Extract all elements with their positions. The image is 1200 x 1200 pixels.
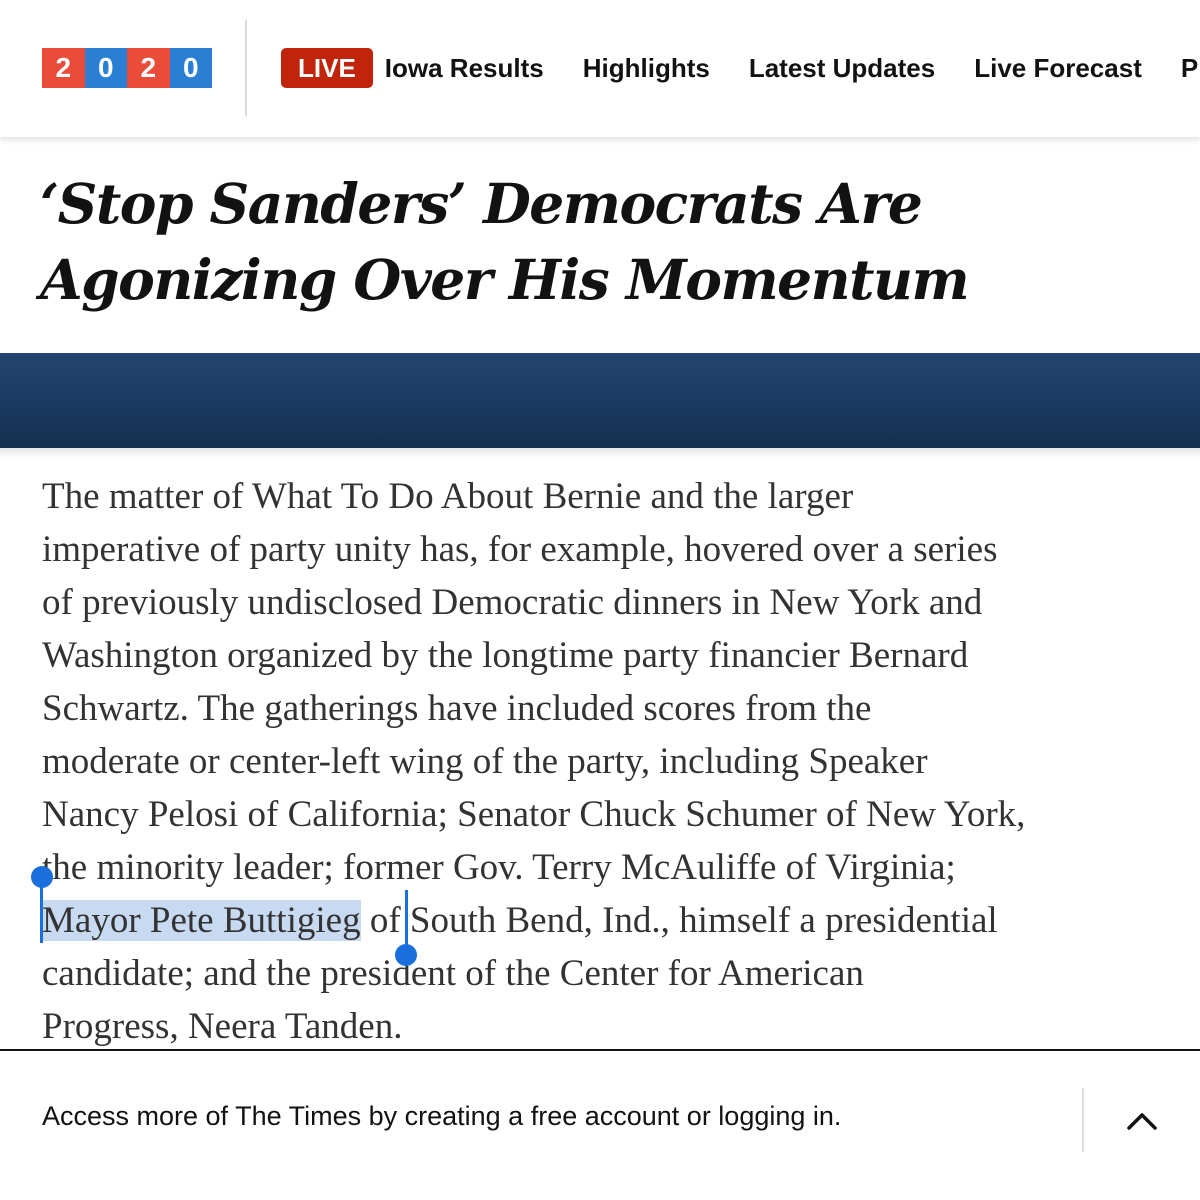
paragraph-line: Nancy Pelosi of California; Senator Chuc… [42,794,1026,835]
paragraph-line: Progress, Neera Tanden. [42,1006,403,1047]
access-prompt[interactable]: Access more of The Times by creating a f… [42,1101,841,1132]
chevron-up-icon[interactable] [1120,1100,1164,1140]
paragraph-line: The matter of What To Do About Bernie an… [42,476,854,517]
logo-digit: 2 [127,48,170,88]
nav-link-truncated[interactable]: Preci [1181,53,1200,84]
selection-start-handle[interactable] [31,866,53,888]
live-badge[interactable]: LIVE [281,48,373,88]
hero-image [0,353,1200,448]
paragraph-line: moderate or center-left wing of the part… [42,741,928,782]
headline-line: Agonizing Over His Momentum [40,247,970,312]
paragraph-text: of South Bend, Ind., himself a president… [360,900,998,941]
paragraph-line: the minority leader; former Gov. Terry M… [42,847,956,888]
hero-shadow [0,448,1200,458]
selected-text[interactable]: Mayor Pete Buttigieg [42,900,361,941]
nav-link-highlights[interactable]: Highlights [583,53,710,84]
top-nav-bar: 2 0 2 0 LIVE Iowa Results Highlights Lat… [0,0,1200,137]
paragraph-line: imperative of party unity has, for examp… [42,529,998,570]
logo-digit: 0 [169,48,212,88]
logo-digit: 2 [42,48,85,88]
logo-digit: 0 [84,48,127,88]
headline-line: ‘Stop Sanders’ Democrats Are [40,171,923,236]
nav-link-live-forecast[interactable]: Live Forecast [974,53,1142,84]
paragraph-line: of previously undisclosed Democratic din… [42,582,983,623]
section-nav: LIVE Iowa Results Highlights Latest Upda… [281,48,1200,88]
selection-end-handle[interactable] [395,944,417,966]
article-paragraph: The matter of What To Do About Bernie an… [42,470,1172,1053]
paragraph-line: Washington organized by the longtime par… [42,635,969,676]
paragraph-line: Schwartz. The gatherings have included s… [42,688,872,729]
banner-divider [1082,1088,1084,1152]
nav-link-latest-updates[interactable]: Latest Updates [749,53,935,84]
article-page: 2 0 2 0 LIVE Iowa Results Highlights Lat… [0,0,1200,1200]
nav-divider [245,20,247,116]
nav-link-iowa-results[interactable]: Iowa Results [385,53,544,84]
election-2020-logo[interactable]: 2 0 2 0 [42,48,212,88]
article-headline: ‘Stop Sanders’ Democrats Are Agonizing O… [40,166,1150,318]
paragraph-line: Mayor Pete Buttigieg of South Bend, Ind.… [42,894,1172,947]
paragraph-line: candidate; and the president of the Cent… [42,953,864,994]
